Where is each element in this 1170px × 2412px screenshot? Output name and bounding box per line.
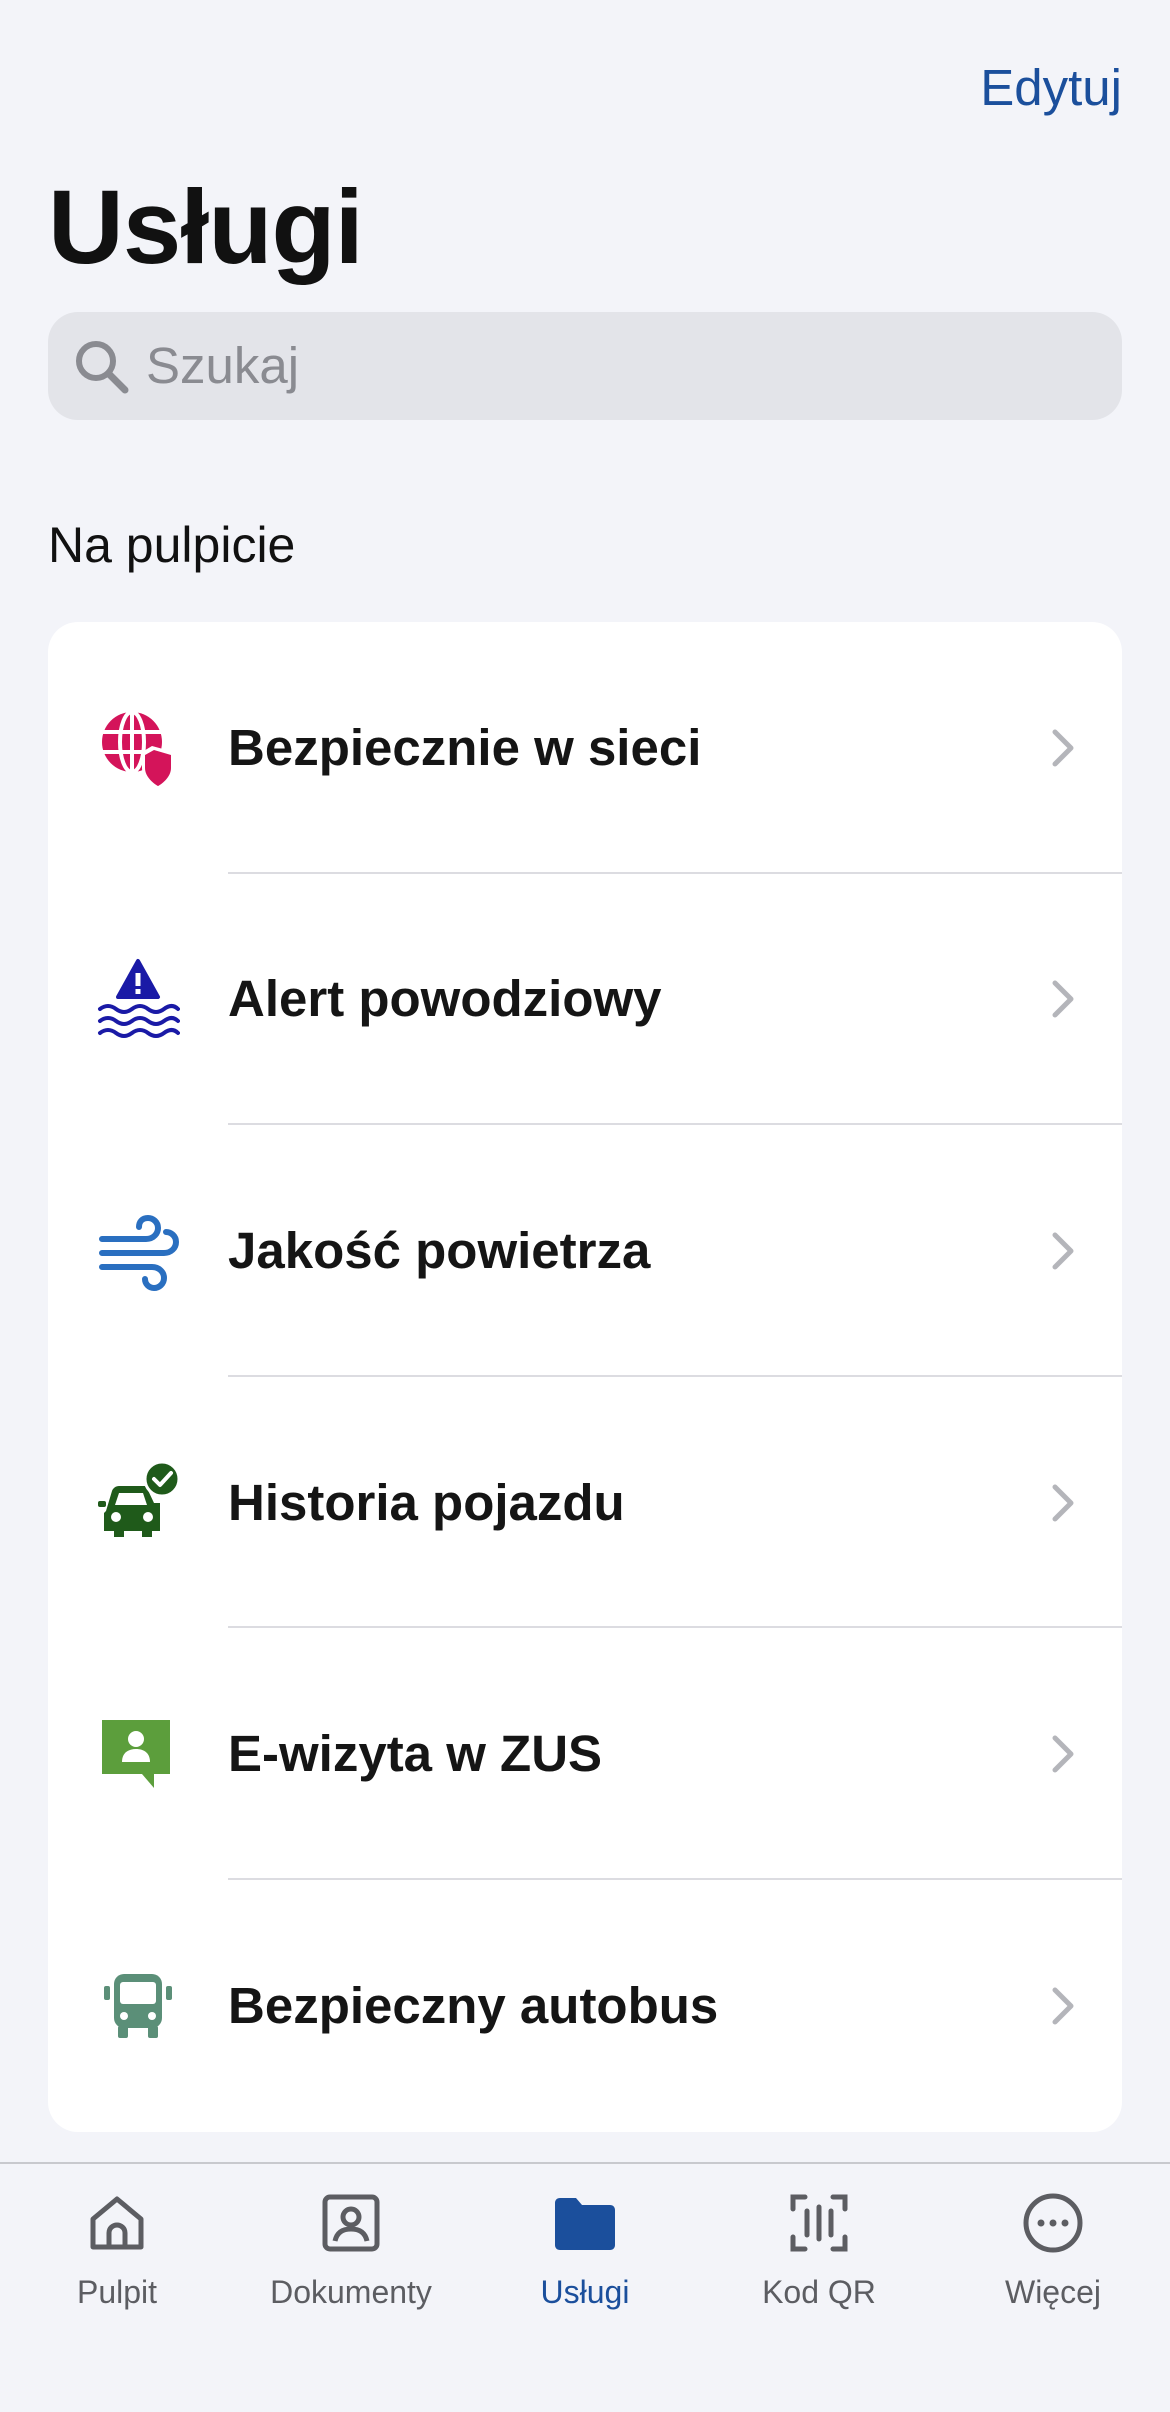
bus-icon xyxy=(96,1964,180,2048)
list-item-bezpieczny-autobus[interactable]: Bezpieczny autobus xyxy=(48,1880,1122,2132)
tab-wiecej[interactable]: Więcej xyxy=(936,2188,1170,2312)
tab-label: Dokumenty xyxy=(270,2274,432,2310)
wind-icon xyxy=(96,1209,180,1293)
list-item-label: Historia pojazdu xyxy=(228,1473,625,1531)
search-icon xyxy=(68,333,134,399)
home-icon xyxy=(82,2188,152,2258)
list-item-bezpiecznie-w-sieci[interactable]: Bezpiecznie w sieci xyxy=(48,622,1122,874)
search-placeholder: Szukaj xyxy=(146,337,300,394)
page-title: Usługi xyxy=(48,169,364,286)
edit-button[interactable]: Edytuj xyxy=(980,56,1122,120)
tab-bar: Pulpit Dokumenty Usługi Kod QR Więcej xyxy=(0,2162,1170,2412)
chevron-right-icon xyxy=(1048,1984,1078,2028)
list-item-label: Bezpiecznie w sieci xyxy=(228,718,702,776)
more-icon xyxy=(1018,2188,1088,2258)
section-title: Na pulpicie xyxy=(48,517,296,573)
flood-alert-icon xyxy=(96,957,180,1041)
car-check-icon xyxy=(96,1460,180,1545)
services-screen: Edytuj Usługi Szukaj Na pulpicie Bezpiec… xyxy=(0,0,1170,2412)
id-card-icon xyxy=(316,2188,386,2258)
tab-uslugi[interactable]: Usługi xyxy=(468,2188,702,2312)
folder-icon xyxy=(550,2188,620,2258)
list-item-label: Bezpieczny autobus xyxy=(228,1976,719,2034)
list-item-e-wizyta-w-zus[interactable]: E-wizyta w ZUS xyxy=(48,1628,1122,1880)
list-item-label: E-wizyta w ZUS xyxy=(228,1725,603,1783)
list-item-alert-powodziowy[interactable]: Alert powodziowy xyxy=(48,874,1122,1126)
tab-label: Usługi xyxy=(540,2274,630,2310)
chevron-right-icon xyxy=(1048,1229,1078,1273)
chevron-right-icon xyxy=(1048,726,1078,770)
chevron-right-icon xyxy=(1048,1732,1078,1776)
globe-shield-icon xyxy=(96,706,180,790)
chevron-right-icon xyxy=(1048,1481,1078,1525)
list-item-jakosc-powietrza[interactable]: Jakość powietrza xyxy=(48,1125,1122,1377)
list-item-label: Alert powodziowy xyxy=(228,970,662,1028)
tab-pulpit[interactable]: Pulpit xyxy=(0,2188,234,2312)
chevron-right-icon xyxy=(1048,977,1078,1021)
list-item-label: Jakość powietrza xyxy=(228,1221,651,1279)
person-chat-icon xyxy=(96,1712,180,1796)
services-list: Bezpiecznie w sieci Alert powodziowy Jak… xyxy=(48,622,1122,2132)
search-input[interactable]: Szukaj xyxy=(48,312,1122,420)
tab-kod-qr[interactable]: Kod QR xyxy=(702,2188,936,2312)
qr-scan-icon xyxy=(784,2188,854,2258)
tab-label: Kod QR xyxy=(762,2274,876,2310)
tab-label: Więcej xyxy=(1004,2274,1101,2310)
tab-dokumenty[interactable]: Dokumenty xyxy=(234,2188,468,2312)
list-item-historia-pojazdu[interactable]: Historia pojazdu xyxy=(48,1377,1122,1629)
tab-label: Pulpit xyxy=(76,2274,158,2310)
